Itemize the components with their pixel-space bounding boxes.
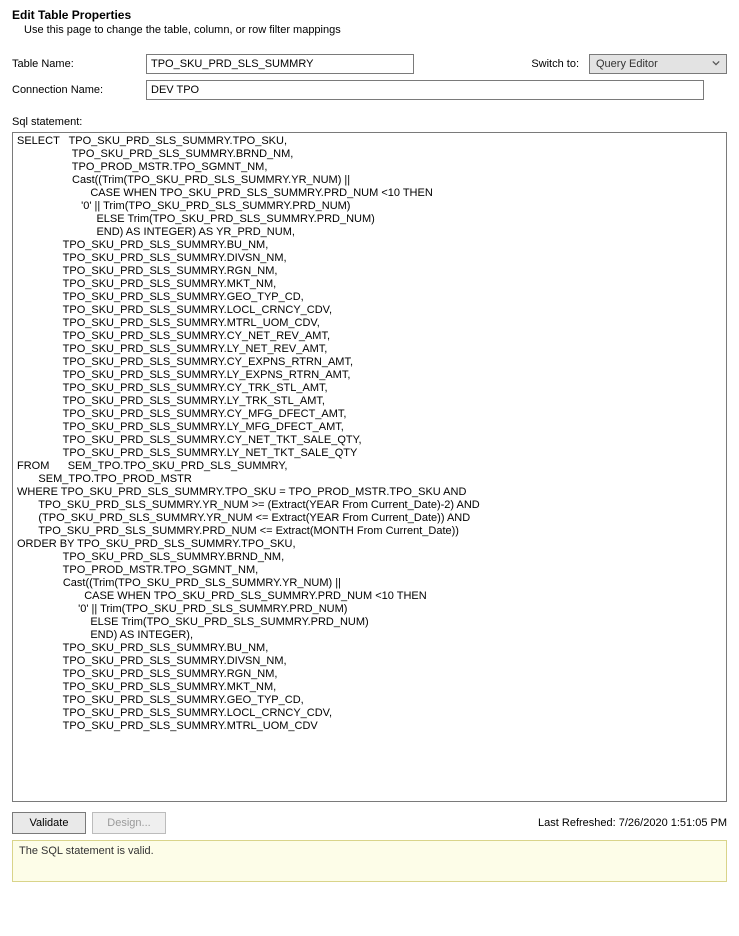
label-table-name: Table Name: — [12, 58, 146, 70]
label-switch-to: Switch to: — [531, 58, 579, 70]
dialog-title: Edit Table Properties — [12, 8, 727, 22]
dialog-header: Edit Table Properties Use this page to c… — [0, 0, 739, 40]
label-sql-statement: Sql statement: — [12, 116, 739, 128]
switch-to-dropdown[interactable]: Query Editor — [589, 54, 727, 74]
switch-to-group: Switch to: Query Editor — [531, 54, 727, 74]
sql-text: SELECT TPO_SKU_PRD_SLS_SUMMRY.TPO_SKU, T… — [17, 135, 722, 733]
design-button: Design... — [92, 812, 166, 834]
sql-statement-textarea[interactable]: SELECT TPO_SKU_PRD_SLS_SUMMRY.TPO_SKU, T… — [12, 132, 727, 802]
button-bar: Validate Design... Last Refreshed: 7/26/… — [12, 812, 727, 834]
last-refreshed: Last Refreshed: 7/26/2020 1:51:05 PM — [538, 817, 727, 829]
row-connection-name: Connection Name: — [12, 80, 727, 100]
last-refreshed-value: 7/26/2020 1:51:05 PM — [619, 817, 727, 829]
chevron-down-icon — [708, 58, 724, 70]
validate-button[interactable]: Validate — [12, 812, 86, 834]
switch-to-selected: Query Editor — [596, 58, 658, 70]
connection-name-input[interactable] — [146, 80, 704, 100]
row-table-name: Table Name: Switch to: Query Editor — [12, 54, 727, 74]
last-refreshed-label: Last Refreshed: — [538, 817, 616, 829]
dialog-subtitle: Use this page to change the table, colum… — [24, 24, 727, 36]
label-connection-name: Connection Name: — [12, 84, 146, 96]
table-name-input[interactable] — [146, 54, 414, 74]
form-area: Table Name: Switch to: Query Editor Conn… — [0, 40, 739, 112]
validation-status-box: The SQL statement is valid. — [12, 840, 727, 882]
validation-message: The SQL statement is valid. — [19, 845, 154, 857]
